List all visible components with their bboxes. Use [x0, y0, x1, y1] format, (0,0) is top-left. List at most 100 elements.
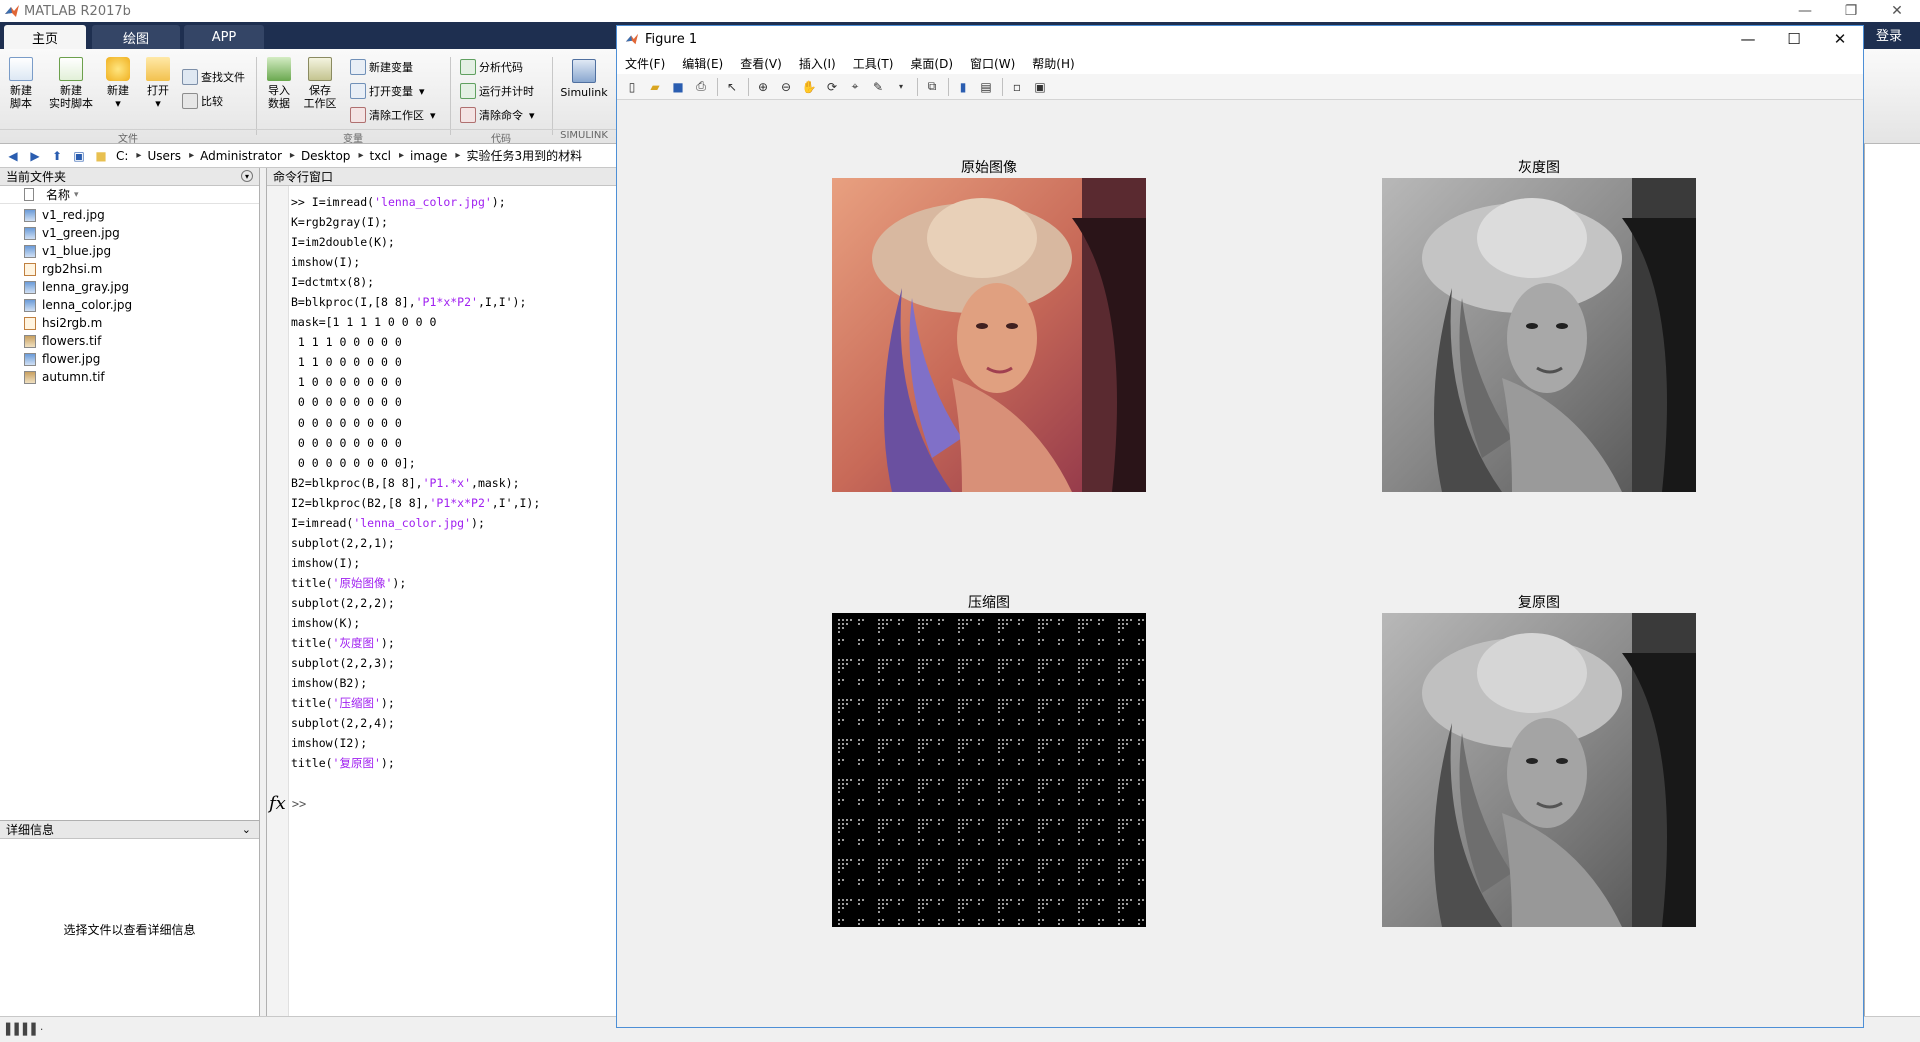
open-variable-icon: [350, 83, 366, 99]
clear-commands-button[interactable]: 清除命令 ▾: [460, 107, 535, 123]
save-workspace-button[interactable]: 保存 工作区: [302, 57, 338, 110]
figure-close-icon[interactable]: ✕: [1817, 26, 1863, 52]
file-list-item[interactable]: rgb2hsi.m: [0, 260, 259, 278]
clear-workspace-button[interactable]: 清除工作区 ▾: [350, 107, 436, 123]
colorbar-icon[interactable]: ▮: [954, 78, 972, 96]
browse-folder-icon[interactable]: ▣: [70, 148, 88, 164]
up-folder-icon[interactable]: ⬆: [48, 148, 66, 164]
figure-minimize-icon[interactable]: —: [1725, 26, 1771, 52]
menu-desktop[interactable]: 桌面(D): [910, 55, 953, 72]
new-button[interactable]: 新建 ▾: [104, 57, 132, 110]
menu-insert[interactable]: 插入(I): [799, 55, 836, 72]
data-cursor-icon[interactable]: ⌖: [846, 78, 864, 96]
menu-help[interactable]: 帮助(H): [1032, 55, 1074, 72]
file-name: lenna_gray.jpg: [42, 280, 129, 294]
analyze-code-button[interactable]: 分析代码: [460, 59, 523, 75]
zoom-out-icon[interactable]: ⊖: [777, 78, 795, 96]
simulink-button[interactable]: Simulink: [558, 59, 610, 99]
breadcrumb-current[interactable]: 实验任务3用到的材料: [466, 147, 590, 164]
open-button[interactable]: 打开 ▾: [144, 57, 172, 110]
panel-actions-icon[interactable]: ▾: [241, 170, 253, 182]
open-variable-dropdown-icon[interactable]: ▾: [419, 85, 425, 98]
show-plot-tools-icon[interactable]: ▣: [1031, 78, 1049, 96]
image-file-icon: [24, 370, 36, 384]
file-list-item[interactable]: lenna_gray.jpg: [0, 278, 259, 296]
command-prompt[interactable]: fx >>: [269, 793, 306, 814]
command-line: >> I=imread('lenna_color.jpg');: [291, 195, 506, 209]
details-header[interactable]: 详细信息 ⌄: [0, 821, 259, 839]
tab-apps[interactable]: APP: [184, 25, 264, 49]
breadcrumb-users[interactable]: Users: [147, 149, 194, 163]
breadcrumb-image[interactable]: image: [410, 149, 460, 163]
brush-dropdown-icon[interactable]: ▾: [892, 78, 910, 96]
chevron-down-icon[interactable]: ⌄: [242, 823, 251, 836]
menu-file[interactable]: 文件(F): [625, 55, 665, 72]
file-list-item[interactable]: flowers.tif: [0, 332, 259, 350]
tab-plots[interactable]: 绘图: [92, 25, 180, 49]
clear-commands-dropdown-icon[interactable]: ▾: [529, 109, 535, 122]
open-dropdown-icon[interactable]: ▾: [144, 97, 172, 110]
new-script-button[interactable]: 新建 脚本: [6, 57, 36, 110]
breadcrumb-drive[interactable]: C:: [116, 149, 141, 163]
new-script-label: 新建 脚本: [10, 84, 32, 110]
run-and-time-button[interactable]: 运行并计时: [460, 83, 534, 99]
breadcrumb-desktop[interactable]: Desktop: [301, 149, 364, 163]
close-icon[interactable]: ✕: [1874, 0, 1920, 22]
details-message: 选择文件以查看详细信息: [63, 923, 196, 937]
breadcrumb-administrator[interactable]: Administrator: [200, 149, 295, 163]
menu-view[interactable]: 查看(V): [740, 55, 782, 72]
menu-tools[interactable]: 工具(T): [853, 55, 894, 72]
pan-icon[interactable]: ✋: [800, 78, 818, 96]
find-files-icon: [182, 69, 198, 85]
image-file-icon: [24, 208, 36, 222]
subplot-title-compressed: 压缩图: [968, 595, 1010, 611]
minimize-icon[interactable]: —: [1782, 0, 1828, 22]
new-plus-icon: [106, 57, 130, 81]
rotate-icon[interactable]: ⟳: [823, 78, 841, 96]
login-link[interactable]: 登录: [1876, 25, 1902, 44]
hide-plot-tools-icon[interactable]: ▫: [1008, 78, 1026, 96]
group-label-simulink: SIMULINK: [552, 129, 616, 143]
open-file-icon[interactable]: ▰: [646, 78, 664, 96]
command-window[interactable]: 命令行窗口 >> I=imread('lenna_color.jpg'); K=r…: [266, 168, 616, 1016]
file-list-item[interactable]: flower.jpg: [0, 350, 259, 368]
clear-commands-icon: [460, 107, 476, 123]
back-arrow-icon[interactable]: ◀: [4, 148, 22, 164]
figure-titlebar: Figure 1 — ☐ ✕: [617, 26, 1863, 52]
menu-edit[interactable]: 编辑(E): [682, 55, 723, 72]
restore-icon[interactable]: ❐: [1828, 0, 1874, 22]
file-list-item[interactable]: hsi2rgb.m: [0, 314, 259, 332]
breadcrumb-txcl[interactable]: txcl: [369, 149, 404, 163]
command-window-title: 命令行窗口: [273, 170, 334, 184]
menu-window[interactable]: 窗口(W): [970, 55, 1015, 72]
new-dropdown-icon[interactable]: ▾: [104, 97, 132, 110]
forward-arrow-icon[interactable]: ▶: [26, 148, 44, 164]
file-list-item[interactable]: v1_blue.jpg: [0, 242, 259, 260]
file-list-item[interactable]: lenna_color.jpg: [0, 296, 259, 314]
print-icon[interactable]: ⎙: [692, 78, 710, 96]
new-figure-icon[interactable]: ▯: [623, 78, 641, 96]
workspace-panel-edge: [1864, 144, 1920, 1016]
import-data-button[interactable]: 导入 数据: [264, 57, 294, 110]
link-plot-icon[interactable]: ⧉: [923, 78, 941, 96]
save-icon[interactable]: ■: [669, 78, 687, 96]
file-list-item[interactable]: v1_red.jpg: [0, 206, 259, 224]
clear-workspace-dropdown-icon[interactable]: ▾: [430, 109, 436, 122]
image-file-icon: [24, 334, 36, 348]
new-variable-button[interactable]: 新建变量: [350, 59, 413, 75]
open-variable-button[interactable]: 打开变量 ▾: [350, 83, 425, 99]
name-column-header[interactable]: 名称 ▾: [0, 186, 259, 204]
tab-home[interactable]: 主页: [4, 25, 86, 49]
file-list-item[interactable]: autumn.tif: [0, 368, 259, 386]
file-list-item[interactable]: v1_green.jpg: [0, 224, 259, 242]
compare-button[interactable]: 比较: [182, 93, 223, 109]
figure-maximize-icon[interactable]: ☐: [1771, 26, 1817, 52]
command-gutter: [267, 186, 289, 1016]
find-files-button[interactable]: 查找文件: [182, 69, 245, 85]
new-live-script-button[interactable]: 新建 实时脚本: [46, 57, 96, 110]
brush-icon[interactable]: ✎: [869, 78, 887, 96]
fx-icon[interactable]: fx: [269, 793, 286, 814]
legend-icon[interactable]: ▤: [977, 78, 995, 96]
zoom-in-icon[interactable]: ⊕: [754, 78, 772, 96]
pointer-icon[interactable]: ↖: [723, 78, 741, 96]
